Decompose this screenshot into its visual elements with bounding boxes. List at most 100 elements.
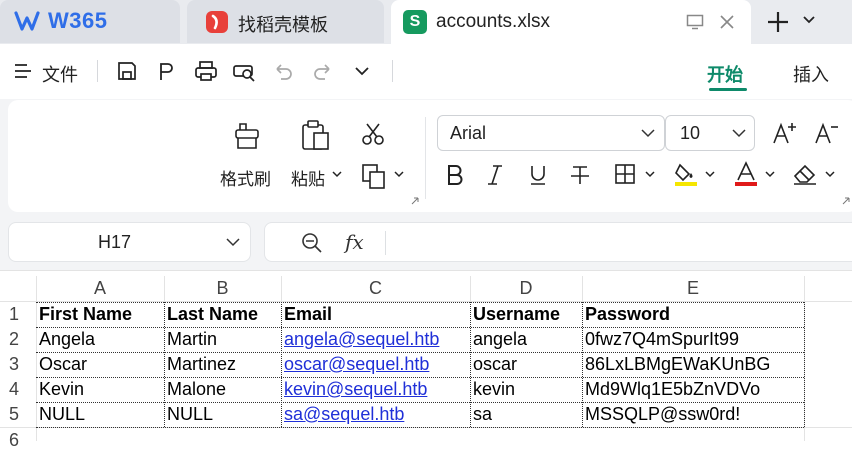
- table-border: [36, 427, 804, 428]
- cell-e2[interactable]: 0fwz7Q4mSpurIt99: [582, 327, 804, 352]
- cell-d1[interactable]: Username: [470, 302, 582, 327]
- row-header-2[interactable]: 2: [0, 327, 28, 352]
- cell-e3[interactable]: 86LxLBMgEWaKUnBG: [582, 352, 804, 377]
- redo-icon[interactable]: [313, 61, 333, 81]
- column-header-b[interactable]: B: [164, 276, 281, 301]
- menu-file[interactable]: 文件: [42, 61, 78, 87]
- cell-a4[interactable]: Kevin: [36, 377, 164, 402]
- font-color-icon[interactable]: [733, 161, 759, 187]
- grid-vline: [281, 276, 282, 301]
- export-pdf-icon[interactable]: [156, 60, 178, 82]
- column-header-d[interactable]: D: [470, 276, 582, 301]
- cell-a1[interactable]: First Name: [36, 302, 164, 327]
- font-name-value: Arial: [450, 123, 487, 143]
- underline-icon[interactable]: [529, 164, 547, 186]
- paste-dropdown-icon[interactable]: [332, 171, 342, 178]
- strikethrough-icon[interactable]: [570, 164, 590, 186]
- active-tab-indicator: [709, 88, 747, 91]
- tab-docer-templates[interactable]: 找稻壳模板: [187, 0, 384, 43]
- font-color-dropdown-icon[interactable]: [765, 171, 775, 178]
- increase-font-size-icon[interactable]: [772, 121, 798, 145]
- cell-b2[interactable]: Martin: [164, 327, 281, 352]
- tab-accounts-xlsx[interactable]: S accounts.xlsx: [391, 0, 751, 44]
- font-name-dropdown-icon[interactable]: [641, 129, 655, 138]
- cut-scissors-icon[interactable]: [360, 121, 386, 147]
- zoom-search-icon[interactable]: [300, 231, 324, 255]
- cell-c1[interactable]: Email: [281, 302, 470, 327]
- formula-box[interactable]: fx: [264, 222, 852, 262]
- font-dialog-launcher-icon[interactable]: [842, 197, 850, 205]
- fill-color-dropdown-icon[interactable]: [705, 171, 715, 178]
- tab-wps-home[interactable]: W365: [0, 0, 180, 43]
- cell-c5-email-link[interactable]: sa@sequel.htb: [281, 402, 470, 427]
- new-tab-plus-icon[interactable]: [766, 10, 790, 34]
- clear-eraser-icon[interactable]: [792, 162, 818, 186]
- quick-access-more-icon[interactable]: [354, 66, 370, 76]
- row-header-1[interactable]: 1: [0, 302, 28, 327]
- print-icon[interactable]: [194, 60, 218, 82]
- decrease-font-size-icon[interactable]: [814, 121, 840, 145]
- bold-icon[interactable]: [446, 164, 464, 186]
- cell-b1[interactable]: Last Name: [164, 302, 281, 327]
- font-size-dropdown-icon[interactable]: [732, 129, 746, 138]
- cell-e1[interactable]: Password: [582, 302, 804, 327]
- cell-b4[interactable]: Malone: [164, 377, 281, 402]
- cell-a2[interactable]: Angela: [36, 327, 164, 352]
- row-header-5[interactable]: 5: [0, 402, 28, 427]
- cell-e4[interactable]: Md9Wlq1E5bZnVDVo: [582, 377, 804, 402]
- cell-e5[interactable]: MSSQLP@ssw0rd!: [582, 402, 804, 427]
- column-header-e[interactable]: E: [582, 276, 804, 301]
- copy-icon[interactable]: [361, 163, 389, 189]
- cell-d3[interactable]: oscar: [470, 352, 582, 377]
- cell-a3[interactable]: Oscar: [36, 352, 164, 377]
- tab-insert[interactable]: 插入: [793, 61, 829, 87]
- cell-b3[interactable]: Martinez: [164, 352, 281, 377]
- clear-dropdown-icon[interactable]: [825, 171, 835, 178]
- font-size-select[interactable]: 10: [665, 115, 755, 151]
- wps-logo-icon: [14, 11, 40, 31]
- paste-label[interactable]: 粘贴: [291, 165, 325, 190]
- menu-separator: [392, 60, 393, 82]
- cell-d5[interactable]: sa: [470, 402, 582, 427]
- cell-c4-email-link[interactable]: kevin@sequel.htb: [281, 377, 470, 402]
- name-box-dropdown-icon[interactable]: [226, 238, 240, 247]
- grid-vline: [470, 276, 471, 301]
- paste-icon[interactable]: [300, 119, 332, 153]
- table-border: [804, 302, 805, 427]
- cell-c3-email-link[interactable]: oscar@sequel.htb: [281, 352, 470, 377]
- hamburger-menu-icon[interactable]: [14, 63, 32, 79]
- undo-icon[interactable]: [273, 61, 293, 81]
- copy-dropdown-icon[interactable]: [394, 171, 404, 178]
- cell-d2[interactable]: angela: [470, 327, 582, 352]
- tab-list-chevron-icon[interactable]: [802, 15, 816, 25]
- grid-vline: [582, 276, 583, 301]
- cell-c2-email-link[interactable]: angela@sequel.htb: [281, 327, 470, 352]
- close-tab-icon[interactable]: [719, 14, 735, 30]
- formula-separator: [385, 231, 386, 255]
- borders-dropdown-icon[interactable]: [645, 171, 655, 178]
- print-preview-icon[interactable]: [232, 60, 256, 82]
- column-header-c[interactable]: C: [281, 276, 470, 301]
- spreadsheet-icon: S: [403, 10, 427, 34]
- insert-function-icon[interactable]: fx: [345, 230, 364, 254]
- format-painter-icon[interactable]: [232, 120, 262, 152]
- cell-d4[interactable]: kevin: [470, 377, 582, 402]
- grid-top-border: [0, 270, 852, 271]
- clipboard-dialog-launcher-icon[interactable]: [411, 197, 419, 205]
- fill-color-icon[interactable]: [673, 161, 699, 187]
- name-box[interactable]: H17: [8, 222, 251, 262]
- font-name-select[interactable]: Arial: [437, 115, 665, 151]
- name-box-value: H17: [98, 232, 132, 252]
- save-icon[interactable]: [116, 60, 138, 82]
- tab-file-label: accounts.xlsx: [436, 11, 551, 32]
- borders-icon[interactable]: [614, 163, 636, 185]
- cell-b5[interactable]: NULL: [164, 402, 281, 427]
- cell-a5[interactable]: NULL: [36, 402, 164, 427]
- row-header-4[interactable]: 4: [0, 377, 28, 402]
- format-painter-label[interactable]: 格式刷: [220, 165, 271, 190]
- window-mode-icon[interactable]: [686, 14, 704, 30]
- tab-start[interactable]: 开始: [707, 61, 743, 87]
- italic-icon[interactable]: [486, 164, 504, 186]
- row-header-3[interactable]: 3: [0, 352, 28, 377]
- column-header-a[interactable]: A: [36, 276, 164, 301]
